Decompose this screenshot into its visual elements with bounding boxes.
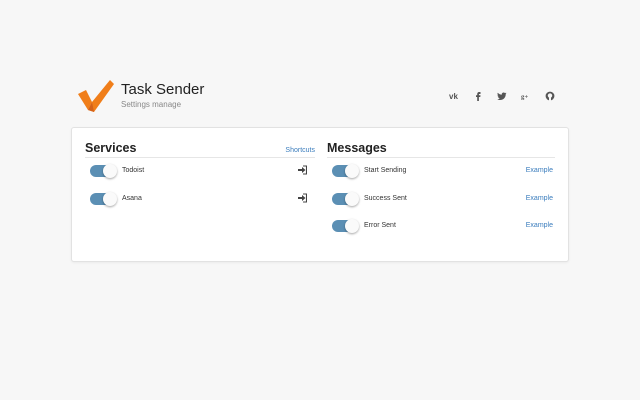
success-sent-toggle[interactable] (332, 191, 359, 206)
google-plus-icon[interactable]: g+ (514, 88, 538, 104)
services-list: Todoist Asana (90, 164, 315, 221)
sign-in-icon[interactable] (297, 192, 307, 203)
svg-text:g+: g+ (521, 94, 528, 101)
settings-card: Services Shortcuts Todoist Asana Message… (71, 127, 569, 262)
message-label: Start Sending (364, 167, 407, 174)
error-sent-toggle[interactable] (332, 219, 359, 233)
vk-icon[interactable]: vk (442, 88, 466, 104)
service-row-todoist: Todoist (90, 164, 315, 193)
messages-panel: Messages (327, 140, 555, 158)
toggle-knob (345, 191, 359, 206)
svg-text:vk: vk (449, 92, 458, 101)
example-link[interactable]: Example (526, 167, 553, 174)
message-row-success-sent: Success Sent Example (332, 191, 560, 221)
message-row-start-sending: Start Sending Example (332, 164, 560, 193)
messages-title: Messages (327, 141, 387, 155)
service-label: Todoist (122, 167, 145, 174)
services-title: Services (85, 141, 137, 155)
start-sending-toggle[interactable] (332, 164, 359, 178)
todoist-toggle[interactable] (90, 164, 117, 178)
github-icon[interactable] (538, 88, 562, 104)
toggle-knob (345, 164, 359, 178)
toggle-knob (103, 191, 117, 206)
message-label: Success Sent (364, 194, 407, 202)
messages-header: Messages (327, 140, 555, 158)
service-label: Asana (122, 194, 142, 202)
social-links: vk g+ (442, 88, 562, 104)
toggle-knob (103, 164, 117, 178)
toggle-knob (345, 219, 359, 233)
messages-list: Start Sending Example Success Sent Examp… (332, 164, 560, 248)
message-label: Error Sent (364, 222, 396, 229)
example-link[interactable]: Example (526, 222, 553, 229)
twitter-icon[interactable] (490, 88, 514, 104)
message-row-error-sent: Error Sent Example (332, 219, 560, 248)
facebook-icon[interactable] (466, 88, 490, 104)
checkmark-logo-icon (78, 80, 114, 112)
shortcuts-link[interactable]: Shortcuts (285, 147, 315, 154)
app-title: Task Sender (121, 81, 205, 98)
services-panel: Services Shortcuts (85, 140, 315, 158)
service-row-asana: Asana (90, 191, 315, 221)
sign-in-icon[interactable] (297, 165, 307, 175)
app-header: Task Sender Settings manage vk g+ (78, 80, 568, 114)
services-header: Services Shortcuts (85, 140, 315, 158)
app-subtitle: Settings manage (121, 100, 182, 109)
example-link[interactable]: Example (526, 195, 553, 202)
asana-toggle[interactable] (90, 191, 117, 206)
